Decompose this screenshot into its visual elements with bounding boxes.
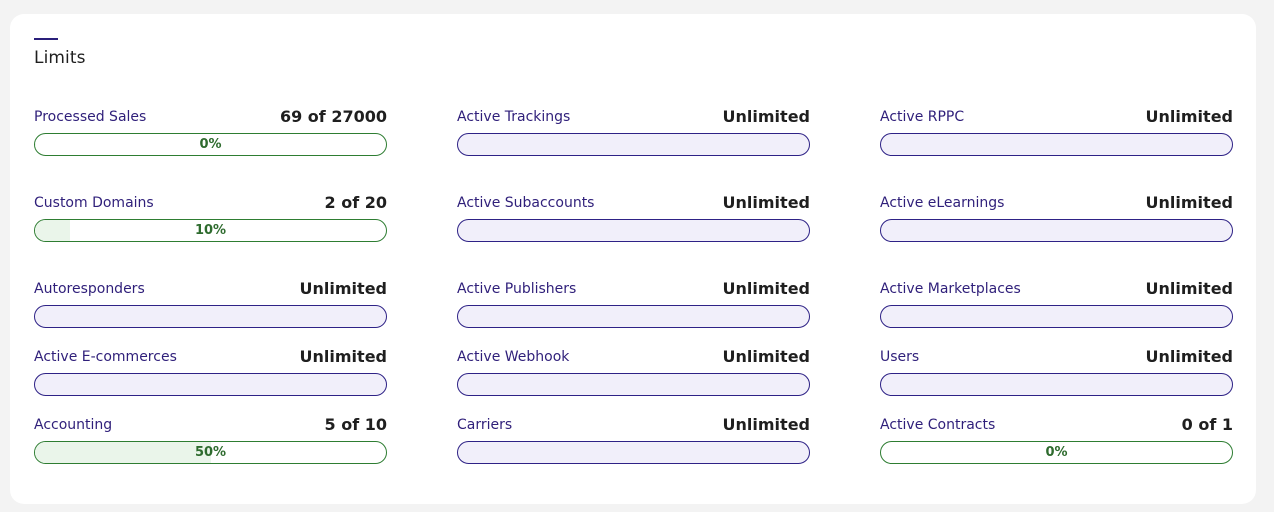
limit-item-users: Users Unlimited xyxy=(880,344,1233,412)
limit-item-active-publishers: Active Publishers Unlimited xyxy=(457,276,810,344)
limit-header: Active eLearnings Unlimited xyxy=(880,190,1233,212)
card-title: Limits xyxy=(34,48,86,68)
limit-label: Carriers xyxy=(457,417,513,433)
usage-progress-bar xyxy=(880,305,1233,328)
usage-progress-bar: 0% xyxy=(880,441,1233,464)
limit-header: Active Contracts 0 of 1 xyxy=(880,412,1233,434)
limits-card: Limits Processed Sales 69 of 27000 0% Activ… xyxy=(10,14,1256,504)
limit-item-accounting: Accounting 5 of 10 50% xyxy=(34,412,387,480)
limit-label: Custom Domains xyxy=(34,195,154,211)
limit-header: Users Unlimited xyxy=(880,344,1233,366)
limit-label: Active Publishers xyxy=(457,281,577,297)
limit-label: Accounting xyxy=(34,417,113,433)
limit-value: 69 of 27000 xyxy=(279,107,387,126)
limit-value: Unlimited xyxy=(722,415,810,434)
limit-value: Unlimited xyxy=(722,193,810,212)
limit-item-active-marketplaces: Active Marketplaces Unlimited xyxy=(880,276,1233,344)
limit-header: Accounting 5 of 10 xyxy=(34,412,387,434)
limit-header: Custom Domains 2 of 20 xyxy=(34,190,387,212)
usage-percent: 50% xyxy=(194,445,227,460)
limit-label: Processed Sales xyxy=(34,109,147,125)
usage-percent: 0% xyxy=(199,137,222,152)
limits-grid: Processed Sales 69 of 27000 0% Active Track… xyxy=(34,104,1233,480)
limit-item-active-webhook: Active Webhook Unlimited xyxy=(457,344,810,412)
usage-progress-bar xyxy=(34,373,387,396)
limit-header: Active Publishers Unlimited xyxy=(457,276,810,298)
usage-progress-bar xyxy=(880,219,1233,242)
usage-percent: 0% xyxy=(1045,445,1068,460)
limit-value: Unlimited xyxy=(1145,107,1233,126)
limit-header: Active E-commerces Unlimited xyxy=(34,344,387,366)
limit-label: Active Contracts xyxy=(880,417,996,433)
limit-label: Active RPPC xyxy=(880,109,965,125)
usage-progress-bar xyxy=(34,305,387,328)
limit-header: Active Trackings Unlimited xyxy=(457,104,810,126)
limit-header: Processed Sales 69 of 27000 xyxy=(34,104,387,126)
title-accent-line xyxy=(34,38,58,40)
limit-value: Unlimited xyxy=(299,279,387,298)
limit-item-autoresponders: Autoresponders Unlimited xyxy=(34,276,387,344)
limit-label: Active eLearnings xyxy=(880,195,1005,211)
limit-item-active-subaccounts: Active Subaccounts Unlimited xyxy=(457,190,810,276)
limit-value: 0 of 1 xyxy=(1181,415,1233,434)
limit-header: Active Subaccounts Unlimited xyxy=(457,190,810,212)
limit-item-custom-domains: Custom Domains 2 of 20 10% xyxy=(34,190,387,276)
limit-value: Unlimited xyxy=(1145,279,1233,298)
limit-header: Active Webhook Unlimited xyxy=(457,344,810,366)
limit-header: Active Marketplaces Unlimited xyxy=(880,276,1233,298)
limit-label: Active Subaccounts xyxy=(457,195,595,211)
limit-item-active-contracts: Active Contracts 0 of 1 0% xyxy=(880,412,1233,480)
usage-progress-bar xyxy=(880,373,1233,396)
usage-progress-bar: 10% xyxy=(34,219,387,242)
limit-value: Unlimited xyxy=(722,347,810,366)
usage-progress-bar xyxy=(457,133,810,156)
limit-item-active-e-commerces: Active E-commerces Unlimited xyxy=(34,344,387,412)
usage-percent: 10% xyxy=(194,223,227,238)
limit-item-active-rppc: Active RPPC Unlimited xyxy=(880,104,1233,190)
usage-progress-bar: 50% xyxy=(34,441,387,464)
limit-item-processed-sales: Processed Sales 69 of 27000 0% xyxy=(34,104,387,190)
limit-label: Active Webhook xyxy=(457,349,570,365)
limit-value: Unlimited xyxy=(1145,347,1233,366)
usage-progress-bar xyxy=(457,441,810,464)
limit-value: Unlimited xyxy=(299,347,387,366)
usage-progress-bar: 0% xyxy=(34,133,387,156)
limit-value: Unlimited xyxy=(722,107,810,126)
usage-progress-bar xyxy=(457,219,810,242)
limit-label: Active Marketplaces xyxy=(880,281,1021,297)
usage-progress-bar xyxy=(457,373,810,396)
usage-progress-bar xyxy=(457,305,810,328)
usage-progress-bar xyxy=(880,133,1233,156)
limit-label: Autoresponders xyxy=(34,281,145,297)
limit-label: Users xyxy=(880,349,920,365)
limit-item-carriers: Carriers Unlimited xyxy=(457,412,810,480)
limit-item-active-trackings: Active Trackings Unlimited xyxy=(457,104,810,190)
limit-label: Active Trackings xyxy=(457,109,571,125)
limit-value: Unlimited xyxy=(722,279,810,298)
limit-header: Autoresponders Unlimited xyxy=(34,276,387,298)
limit-header: Carriers Unlimited xyxy=(457,412,810,434)
limit-value: 2 of 20 xyxy=(324,193,388,212)
limit-value: Unlimited xyxy=(1145,193,1233,212)
limit-value: 5 of 10 xyxy=(324,415,388,434)
limit-header: Active RPPC Unlimited xyxy=(880,104,1233,126)
limit-item-active-elearnings: Active eLearnings Unlimited xyxy=(880,190,1233,276)
limit-label: Active E-commerces xyxy=(34,349,177,365)
